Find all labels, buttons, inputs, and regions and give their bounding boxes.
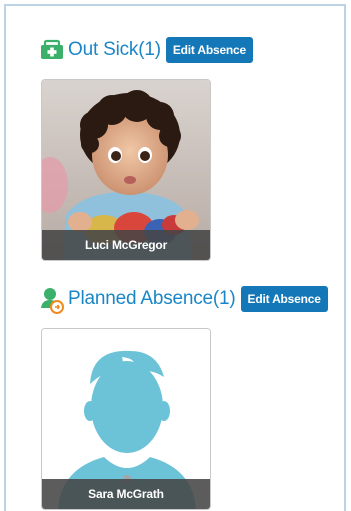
out-sick-title: Out Sick(1) <box>68 39 161 60</box>
child-card[interactable]: Luci McGregor <box>41 79 211 261</box>
planned-absence-title: Planned Absence(1) <box>68 288 236 309</box>
child-card[interactable]: Sara McGrath <box>41 328 211 510</box>
person-calendar-icon <box>39 286 65 314</box>
child-name: Luci McGregor <box>42 230 210 260</box>
edit-absence-button-planned[interactable]: Edit Absence <box>240 286 328 312</box>
medical-kit-icon <box>39 37 65 63</box>
absence-panel: Out Sick(1) Edit Absence Luci McGregor P… <box>4 4 346 511</box>
edit-absence-button-out-sick[interactable]: Edit Absence <box>165 37 254 63</box>
child-name: Sara McGrath <box>42 479 210 509</box>
out-sick-header: Out Sick(1) Edit Absence <box>39 37 254 63</box>
planned-absence-header: Planned Absence(1) Edit Absence <box>39 286 328 314</box>
